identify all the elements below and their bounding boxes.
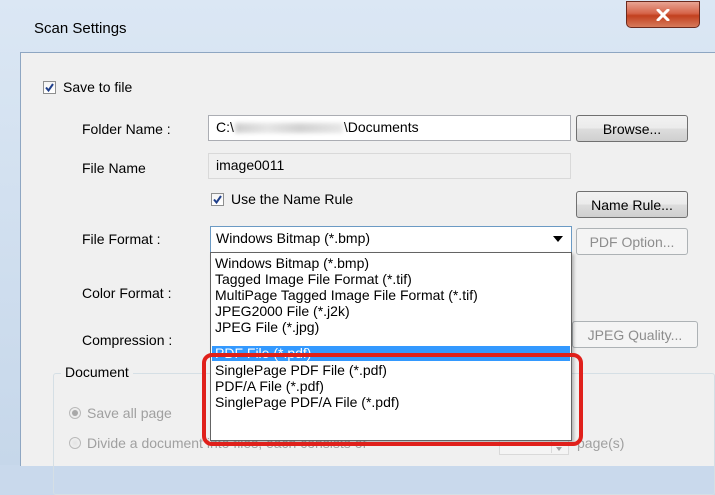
- save-all-pages-label: Save all page: [87, 405, 172, 421]
- spinner-down-button[interactable]: [551, 441, 568, 453]
- chevron-down-icon: [553, 236, 563, 242]
- browse-button[interactable]: Browse...: [576, 115, 688, 142]
- format-option-jpg[interactable]: JPEG File (*.jpg): [212, 320, 570, 335]
- format-option-bmp[interactable]: Windows Bitmap (*.bmp): [212, 256, 570, 271]
- color-format-label: Color Format :: [82, 285, 172, 301]
- pages-unit-label: page(s): [577, 435, 625, 451]
- folder-name-input[interactable]: C:\ \Documents: [208, 115, 571, 141]
- format-option-pdf[interactable]: PDF File (*.pdf): [212, 346, 570, 361]
- redacted-path-segment: [234, 123, 343, 134]
- file-format-select[interactable]: Windows Bitmap (*.bmp): [210, 226, 572, 253]
- pdf-option-button[interactable]: PDF Option...: [576, 228, 688, 255]
- file-name-label: File Name: [82, 160, 146, 176]
- folder-path-prefix: C:\: [216, 119, 234, 135]
- close-x-icon: [656, 8, 670, 21]
- scan-settings-window: Scan Settings Save to file Folder Name :…: [0, 0, 715, 495]
- window-title: Scan Settings: [34, 20, 127, 37]
- use-name-rule-label: Use the Name Rule: [231, 191, 354, 207]
- checkmark-icon: [45, 83, 54, 93]
- save-to-file-checkbox[interactable]: [43, 81, 56, 94]
- format-option-j2k[interactable]: JPEG2000 File (*.j2k): [212, 304, 570, 319]
- title-bar[interactable]: Scan Settings: [0, 0, 715, 52]
- format-option-singlepage-pdfa[interactable]: SinglePage PDF/A File (*.pdf): [212, 395, 570, 410]
- format-option-tif[interactable]: Tagged Image File Format (*.tif): [212, 272, 570, 287]
- file-format-selected-value: Windows Bitmap (*.bmp): [216, 230, 371, 246]
- spin-down-arrow-icon: [556, 447, 562, 451]
- format-option-multipage-tif[interactable]: MultiPage Tagged Image File Format (*.ti…: [212, 288, 570, 303]
- close-button[interactable]: [626, 1, 700, 28]
- folder-name-label: Folder Name :: [82, 121, 171, 137]
- divide-document-radio[interactable]: [69, 437, 81, 449]
- format-option-pdfa[interactable]: PDF/A File (*.pdf): [212, 379, 570, 394]
- name-rule-button[interactable]: Name Rule...: [576, 191, 688, 218]
- jpeg-quality-button[interactable]: JPEG Quality...: [572, 321, 698, 348]
- folder-path-suffix: \Documents: [343, 119, 419, 135]
- file-format-label: File Format :: [82, 231, 161, 247]
- checkmark-icon: [213, 195, 222, 205]
- use-name-rule-checkbox[interactable]: [211, 193, 224, 206]
- compression-label: Compression :: [82, 332, 173, 348]
- file-name-field: image0011: [208, 153, 571, 179]
- save-to-file-label: Save to file: [63, 79, 133, 95]
- document-group-label: Document: [61, 364, 133, 380]
- format-option-singlepage-pdf[interactable]: SinglePage PDF File (*.pdf): [212, 363, 570, 378]
- dialog-body: Save to file Folder Name : C:\ \Documents…: [20, 52, 715, 495]
- save-all-pages-radio[interactable]: [69, 407, 81, 419]
- file-format-dropdown-list: Windows Bitmap (*.bmp) Tagged Image File…: [210, 252, 572, 441]
